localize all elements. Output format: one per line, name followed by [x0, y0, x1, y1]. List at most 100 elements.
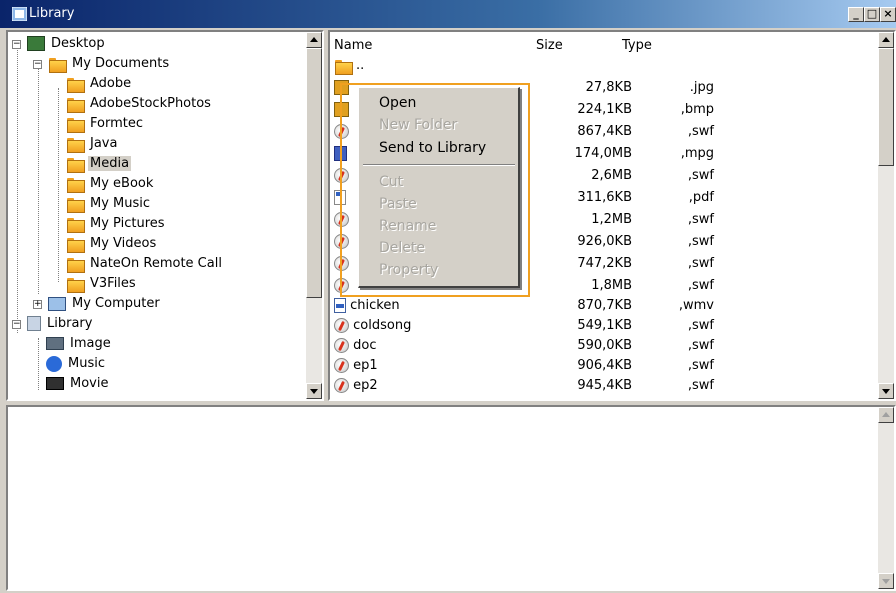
tree-item-java[interactable]: Java [66, 134, 119, 154]
menu-item-paste: Paste [379, 196, 417, 212]
minimize-button[interactable]: _ [848, 7, 864, 22]
camera-icon [46, 337, 64, 350]
scroll-up-button[interactable] [306, 32, 322, 48]
list-item-size: 1,8MB [591, 278, 632, 293]
scroll-down-button[interactable] [306, 383, 322, 399]
tree-label: V3Files [90, 276, 136, 291]
arrow-down-icon [882, 389, 890, 394]
maximize-button[interactable]: □ [864, 7, 880, 22]
tree-item-desktop[interactable]: − Desktop [12, 34, 107, 54]
tree-item-my-ebook[interactable]: My eBook [66, 174, 155, 194]
tree-line [38, 68, 39, 294]
tree-item-my-computer[interactable]: + My Computer [33, 294, 162, 314]
list-vertical-scrollbar[interactable] [878, 32, 894, 399]
menu-item-new-folder: New Folder [379, 117, 458, 133]
tree-label: Music [68, 356, 105, 371]
library-app-icon [12, 7, 27, 21]
list-item[interactable]: ep2 945,4KB ,swf [334, 376, 724, 396]
menu-item-send-to-library[interactable]: Send to Library [379, 138, 486, 158]
tree-item-adobe[interactable]: Adobe [66, 74, 133, 94]
list-item-parent[interactable]: .. [334, 56, 364, 76]
folder-tree-pane: − Desktop − My Documents Adobe AdobeStoc… [6, 30, 324, 401]
title-bar[interactable]: Library _ □ × [0, 0, 896, 28]
list-item[interactable]: ep1 906,4KB ,swf [334, 356, 724, 376]
video-file-icon [334, 146, 347, 161]
flash-file-icon [334, 234, 349, 249]
library-icon [27, 316, 41, 331]
column-header-type[interactable]: Type [622, 38, 652, 53]
tree-item-adobestockphotos[interactable]: AdobeStockPhotos [66, 94, 213, 114]
scroll-up-button[interactable] [878, 32, 894, 48]
scroll-thumb[interactable] [878, 48, 894, 166]
collapse-toggle[interactable]: − [12, 40, 21, 49]
wmv-file-icon [334, 298, 346, 313]
folder-icon [66, 177, 85, 193]
collapse-toggle[interactable]: − [12, 320, 21, 329]
tree-line [38, 338, 39, 390]
menu-item-open[interactable]: Open [379, 93, 416, 113]
tree-item-my-pictures[interactable]: My Pictures [66, 214, 167, 234]
scroll-down-button[interactable] [878, 383, 894, 399]
tree-vertical-scrollbar[interactable] [306, 32, 322, 399]
list-item-type: ,wmv [678, 298, 714, 313]
tree-item-formtec[interactable]: Formtec [66, 114, 145, 134]
list-item-size: 945,4KB [577, 378, 632, 393]
tree-item-library[interactable]: − Library [12, 314, 94, 334]
folder-icon [66, 97, 85, 113]
tree-label: Formtec [90, 116, 143, 131]
list-item-type: ,pdf [688, 190, 714, 205]
column-header-name[interactable]: Name [334, 38, 372, 53]
folder-icon [66, 157, 85, 173]
list-item-type: ,swf [687, 168, 714, 183]
list-item-type: ,swf [687, 358, 714, 373]
close-button[interactable]: × [880, 7, 896, 22]
collapse-toggle[interactable]: − [33, 60, 42, 69]
tree-item-media[interactable]: Media [66, 154, 132, 174]
flash-file-icon [334, 378, 349, 393]
list-item-size: 870,7KB [577, 298, 632, 313]
list-item-type: .jpg [689, 80, 714, 95]
tree-item-movie[interactable]: Movie [46, 374, 110, 394]
tree-item-my-documents[interactable]: − My Documents [33, 54, 171, 74]
scroll-up-button[interactable] [878, 407, 894, 423]
arrow-up-icon [882, 412, 890, 417]
pdf-file-icon [334, 190, 346, 205]
tree-label: My eBook [90, 176, 154, 191]
expand-toggle[interactable]: + [33, 300, 42, 309]
tree-label: Desktop [51, 36, 105, 51]
list-item-type: ,swf [687, 212, 714, 227]
tree-item-v3files[interactable]: V3Files [66, 274, 138, 294]
tree-item-nateon-remote-call[interactable]: NateOn Remote Call [66, 254, 224, 274]
tree-label: Adobe [90, 76, 132, 91]
arrow-up-icon [310, 37, 318, 42]
list-item-size: 867,4KB [577, 124, 632, 139]
list-item-size: 224,1KB [577, 102, 632, 117]
column-header-size[interactable]: Size [536, 38, 563, 53]
tree-label: NateOn Remote Call [90, 256, 222, 271]
tree-item-music[interactable]: Music [46, 354, 107, 374]
preview-vertical-scrollbar[interactable] [878, 407, 894, 589]
menu-item-property: Property [379, 262, 439, 278]
tree-label: Image [70, 336, 111, 351]
folder-icon [66, 197, 85, 213]
scroll-down-button[interactable] [878, 573, 894, 589]
tree-item-my-music[interactable]: My Music [66, 194, 152, 214]
flash-file-icon [334, 338, 349, 353]
clapperboard-icon [46, 377, 64, 390]
scroll-thumb[interactable] [306, 48, 322, 298]
preview-pane [6, 405, 896, 591]
folder-icon [66, 277, 85, 293]
list-item[interactable]: chicken 870,7KB ,wmv [334, 296, 724, 316]
folder-icon [66, 77, 85, 93]
list-item-name: coldsong [353, 318, 412, 333]
tree-item-image[interactable]: Image [46, 334, 113, 354]
menu-item-rename: Rename [379, 218, 437, 234]
list-item[interactable]: doc 590,0KB ,swf [334, 336, 724, 356]
list-item-type: ,swf [687, 278, 714, 293]
list-item[interactable]: coldsong 549,1KB ,swf [334, 316, 724, 336]
list-item-size: 2,6MB [591, 168, 632, 183]
flash-file-icon [334, 358, 349, 373]
arrow-down-icon [882, 579, 890, 584]
tree-item-my-videos[interactable]: My Videos [66, 234, 158, 254]
folder-icon [334, 59, 353, 75]
